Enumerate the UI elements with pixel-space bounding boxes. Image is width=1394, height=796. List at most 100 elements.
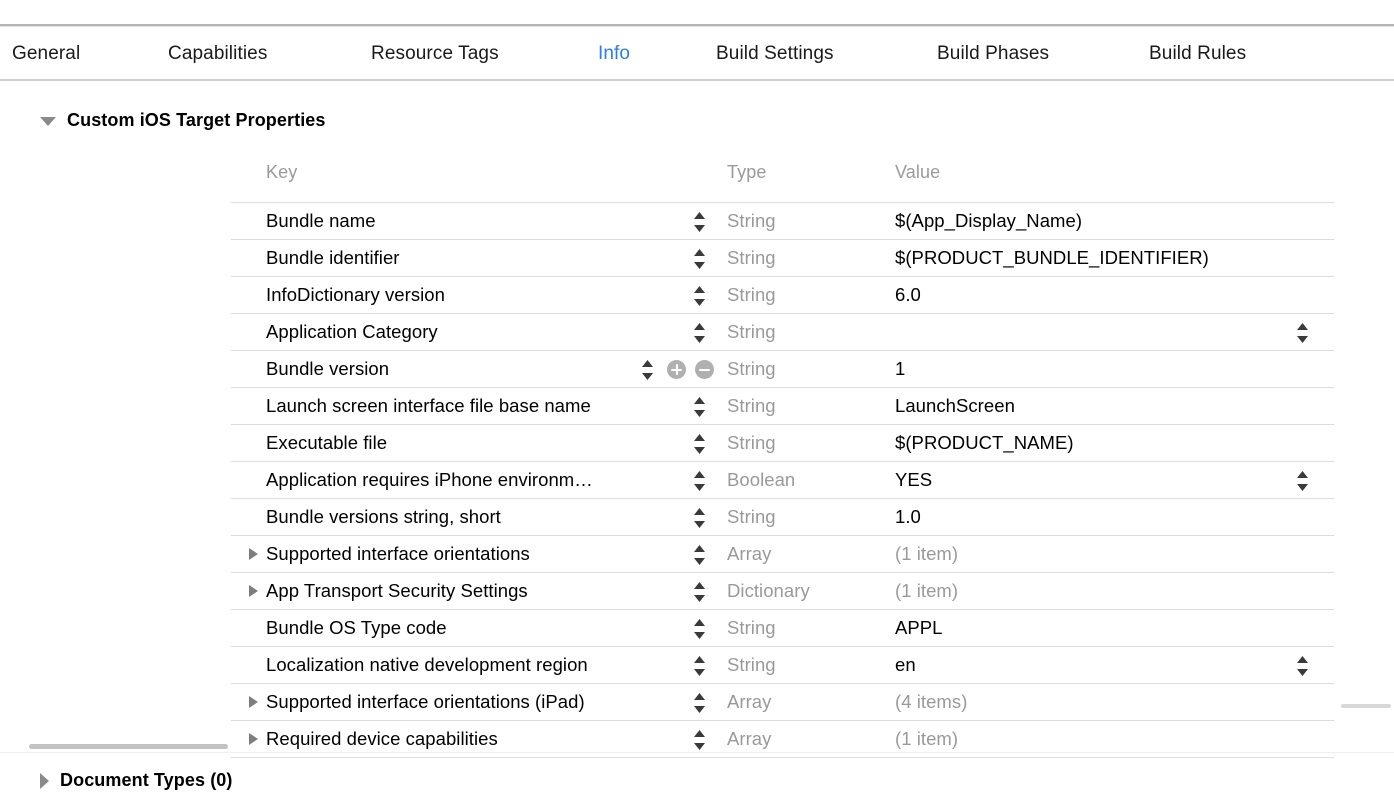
- cell-value[interactable]: YES: [895, 462, 932, 498]
- cell-key[interactable]: Bundle name: [266, 203, 376, 239]
- cell-value[interactable]: 6.0: [895, 277, 921, 313]
- key-stepper-icon[interactable]: [692, 542, 707, 568]
- cell-key[interactable]: Bundle OS Type code: [266, 610, 447, 646]
- key-stepper-icon[interactable]: [692, 283, 707, 309]
- tab-info[interactable]: Info: [598, 42, 630, 66]
- cell-type[interactable]: Array: [727, 536, 771, 572]
- key-stepper-icon[interactable]: [692, 246, 707, 272]
- cell-type[interactable]: Dictionary: [727, 573, 810, 609]
- key-stepper-icon[interactable]: [692, 579, 707, 605]
- disclosure-triangle-expanded-icon[interactable]: [40, 117, 56, 126]
- vertical-scrollbar-thumb[interactable]: [1341, 704, 1391, 708]
- cell-value[interactable]: $(PRODUCT_BUNDLE_IDENTIFIER): [895, 240, 1209, 276]
- tab-build-settings[interactable]: Build Settings: [716, 42, 834, 66]
- section-title: Custom iOS Target Properties: [67, 110, 326, 130]
- cell-type[interactable]: String: [727, 277, 776, 313]
- cell-type[interactable]: String: [727, 388, 776, 424]
- value-stepper-icon[interactable]: [1295, 320, 1310, 346]
- key-stepper-icon[interactable]: [640, 357, 655, 383]
- row-disclosure-triangle-icon[interactable]: [249, 585, 258, 597]
- tab-capabilities[interactable]: Capabilities: [168, 42, 267, 66]
- cell-value[interactable]: APPL: [895, 610, 943, 646]
- section-header-document-types[interactable]: Document Types (0): [40, 770, 233, 791]
- cell-key[interactable]: Supported interface orientations (iPad): [266, 684, 585, 720]
- table-row[interactable]: Bundle OS Type code String APPL: [231, 610, 1334, 647]
- key-stepper-icon[interactable]: [692, 653, 707, 679]
- column-header-key[interactable]: Key: [266, 162, 297, 183]
- cell-type[interactable]: Array: [727, 684, 771, 720]
- content-bottom-divider: [0, 752, 1394, 753]
- cell-key[interactable]: Bundle identifier: [266, 240, 400, 276]
- cell-key[interactable]: App Transport Security Settings: [266, 573, 528, 609]
- cell-type[interactable]: String: [727, 314, 776, 350]
- cell-key[interactable]: Localization native development region: [266, 647, 588, 683]
- cell-value[interactable]: 1.0: [895, 499, 921, 535]
- key-stepper-icon[interactable]: [692, 394, 707, 420]
- cell-key[interactable]: Application Category: [266, 314, 438, 350]
- cell-key[interactable]: Executable file: [266, 425, 387, 461]
- tab-general[interactable]: General: [12, 42, 80, 66]
- table-row[interactable]: Application requires iPhone environm… Boo…: [231, 462, 1334, 499]
- column-header-value[interactable]: Value: [895, 162, 940, 183]
- tab-build-rules[interactable]: Build Rules: [1149, 42, 1246, 66]
- cell-type[interactable]: String: [727, 647, 776, 683]
- cell-key[interactable]: Bundle version: [266, 351, 389, 387]
- cell-type[interactable]: String: [727, 351, 776, 387]
- cell-value[interactable]: $(PRODUCT_NAME): [895, 425, 1074, 461]
- tabbar-bottom-border: [0, 79, 1394, 81]
- cell-key[interactable]: Supported interface orientations: [266, 536, 530, 572]
- table-row[interactable]: InfoDictionary version String 6.0: [231, 277, 1334, 314]
- cell-value[interactable]: (1 item): [895, 573, 958, 609]
- cell-type[interactable]: String: [727, 499, 776, 535]
- target-editor-tabbar: General Capabilities Resource Tags Info Buil…: [0, 27, 1394, 80]
- cell-type[interactable]: String: [727, 425, 776, 461]
- table-row[interactable]: Supported interface orientations (iPad) A…: [231, 684, 1334, 721]
- tab-resource-tags[interactable]: Resource Tags: [371, 42, 499, 66]
- table-row[interactable]: Bundle identifier String $(PRODUCT_BUNDLE_…: [231, 240, 1334, 277]
- add-row-button[interactable]: [667, 360, 686, 379]
- table-row[interactable]: Bundle version String 1: [231, 351, 1334, 388]
- disclosure-triangle-collapsed-icon[interactable]: [40, 772, 49, 789]
- cell-value[interactable]: $(App_Display_Name): [895, 203, 1082, 239]
- cell-key[interactable]: Application requires iPhone environm…: [266, 462, 593, 498]
- key-stepper-icon[interactable]: [692, 431, 707, 457]
- section-header-custom-ios-target-properties[interactable]: Custom iOS Target Properties: [40, 110, 326, 131]
- cell-type[interactable]: String: [727, 240, 776, 276]
- table-row[interactable]: Bundle versions string, short String 1.0: [231, 499, 1334, 536]
- cell-key[interactable]: InfoDictionary version: [266, 277, 445, 313]
- cell-value[interactable]: (4 items): [895, 684, 967, 720]
- value-stepper-icon[interactable]: [1295, 468, 1310, 494]
- key-stepper-icon[interactable]: [692, 690, 707, 716]
- row-disclosure-triangle-icon[interactable]: [249, 696, 258, 708]
- table-row[interactable]: Bundle name String $(App_Display_Name): [231, 203, 1334, 240]
- key-stepper-icon[interactable]: [692, 320, 707, 346]
- key-stepper-icon[interactable]: [692, 468, 707, 494]
- key-stepper-icon[interactable]: [692, 616, 707, 642]
- section-title: Document Types (0): [60, 770, 233, 790]
- plist-table: Key Type Value Bundle name String $(App_Di…: [231, 155, 1334, 758]
- cell-value[interactable]: en: [895, 647, 916, 683]
- cell-value[interactable]: (1 item): [895, 536, 958, 572]
- key-stepper-icon[interactable]: [692, 209, 707, 235]
- table-row[interactable]: Executable file String $(PRODUCT_NAME): [231, 425, 1334, 462]
- cell-type[interactable]: String: [727, 610, 776, 646]
- cell-value[interactable]: 1: [895, 351, 905, 387]
- cell-type[interactable]: String: [727, 203, 776, 239]
- horizontal-scrollbar-thumb[interactable]: [29, 744, 228, 749]
- tab-build-phases[interactable]: Build Phases: [937, 42, 1049, 66]
- table-row[interactable]: App Transport Security Settings Dictionar…: [231, 573, 1334, 610]
- cell-value[interactable]: LaunchScreen: [895, 388, 1015, 424]
- value-stepper-icon[interactable]: [1295, 653, 1310, 679]
- remove-row-button[interactable]: [695, 360, 714, 379]
- cell-type[interactable]: Boolean: [727, 462, 795, 498]
- table-row[interactable]: Supported interface orientations Array (1 …: [231, 536, 1334, 573]
- plist-column-headers: Key Type Value: [231, 155, 1334, 202]
- key-stepper-icon[interactable]: [692, 505, 707, 531]
- table-row[interactable]: Application Category String: [231, 314, 1334, 351]
- table-row[interactable]: Localization native development region St…: [231, 647, 1334, 684]
- column-header-type[interactable]: Type: [727, 162, 766, 183]
- cell-key[interactable]: Launch screen interface file base name: [266, 388, 591, 424]
- table-row[interactable]: Launch screen interface file base name St…: [231, 388, 1334, 425]
- cell-key[interactable]: Bundle versions string, short: [266, 499, 501, 535]
- row-disclosure-triangle-icon[interactable]: [249, 548, 258, 560]
